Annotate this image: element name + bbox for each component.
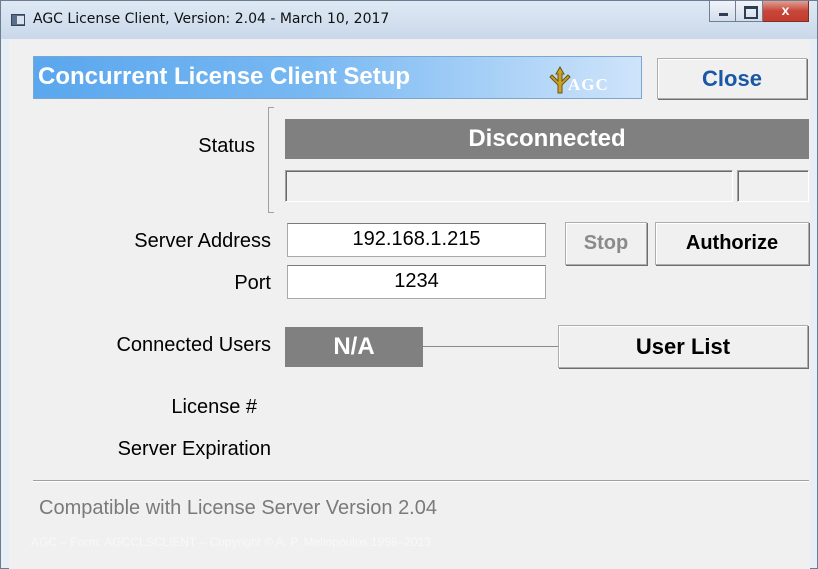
- page-title: Concurrent License Client Setup: [38, 63, 411, 90]
- title-bar[interactable]: AGC License Client, Version: 2.04 - Marc…: [1, 1, 817, 39]
- logo-text: AGC: [568, 75, 609, 94]
- header-banner: Concurrent License Client Setup AGC: [33, 56, 642, 99]
- divider: [33, 480, 809, 482]
- compatibility-text: Compatible with License Server Version 2…: [39, 497, 437, 519]
- maximize-icon[interactable]: [736, 1, 763, 22]
- server-expiration-label: Server Expiration: [117, 438, 271, 460]
- port-input[interactable]: 1234: [287, 265, 546, 299]
- status-detail-extra-box: [737, 170, 809, 202]
- connected-users-value: N/A: [285, 327, 423, 367]
- server-address-input[interactable]: 192.168.1.215: [287, 223, 546, 257]
- window-title: AGC License Client, Version: 2.04 - Marc…: [33, 11, 390, 27]
- status-label: Status: [198, 135, 255, 157]
- stop-button[interactable]: Stop: [565, 222, 647, 265]
- license-number-label: License #: [171, 396, 257, 418]
- connected-users-label: Connected Users: [116, 334, 271, 356]
- minimize-icon[interactable]: [709, 1, 736, 22]
- client-area: Concurrent License Client Setup AGC Clos…: [9, 39, 810, 569]
- agc-logo: AGC: [544, 63, 624, 97]
- status-detail-box: [285, 170, 733, 202]
- app-icon[interactable]: [11, 14, 25, 26]
- status-bracket: [268, 107, 274, 213]
- app-window: AGC License Client, Version: 2.04 - Marc…: [0, 0, 818, 569]
- copyright-text: AGC – Form: AGCCLSCLIENT – Copyright © A…: [31, 535, 431, 549]
- window-controls: x: [709, 1, 809, 23]
- authorize-button[interactable]: Authorize: [655, 222, 809, 265]
- close-icon[interactable]: x: [763, 1, 809, 22]
- user-list-button[interactable]: User List: [558, 325, 808, 368]
- close-button[interactable]: Close: [657, 58, 807, 99]
- status-value: Disconnected: [285, 119, 809, 159]
- connector-line: [423, 346, 558, 347]
- server-address-label: Server Address: [134, 230, 271, 252]
- port-label: Port: [234, 272, 271, 294]
